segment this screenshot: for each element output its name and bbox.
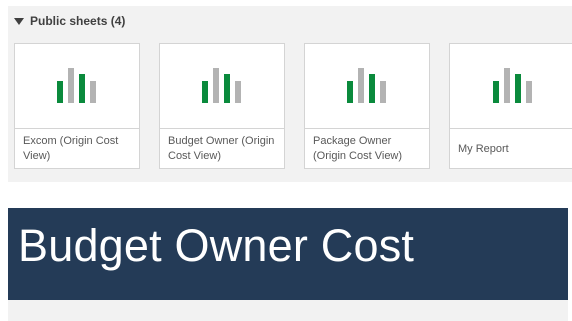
sheet-thumbnail bbox=[450, 44, 572, 129]
sheet-title: Excom (Origin Cost View) bbox=[23, 135, 119, 162]
bar-chart-icon bbox=[202, 68, 241, 103]
bar-chart-icon bbox=[57, 68, 96, 103]
page-title: Budget Owner Cost bbox=[18, 220, 415, 271]
sheet-thumbnail bbox=[160, 44, 284, 129]
sheet-card-package-owner[interactable]: Package Owner (Origin Cost View) bbox=[304, 43, 430, 169]
public-sheets-toggle[interactable]: Public sheets (4) bbox=[14, 12, 125, 30]
sheet-card-my-report[interactable]: My Report bbox=[449, 43, 572, 169]
caret-down-icon bbox=[14, 18, 24, 25]
sheet-title-banner: Budget Owner Cost bbox=[8, 208, 568, 300]
content-area-top bbox=[8, 300, 568, 321]
sheet-title: Package Owner (Origin Cost View) bbox=[313, 135, 403, 162]
sheet-thumbnail bbox=[305, 44, 429, 129]
public-sheets-panel: Public sheets (4) Excom (Origin Cost Vie… bbox=[8, 6, 572, 182]
sheet-card-excom[interactable]: Excom (Origin Cost View) bbox=[14, 43, 140, 169]
sheet-title: My Report bbox=[458, 143, 509, 155]
section-title: Public sheets (4) bbox=[30, 14, 126, 28]
sheet-card-list: Excom (Origin Cost View) Budget Owner (O… bbox=[14, 43, 572, 170]
sheet-title: Budget Owner (Origin Cost View) bbox=[168, 135, 275, 162]
bar-chart-icon bbox=[347, 68, 386, 103]
sheet-thumbnail bbox=[15, 44, 139, 129]
sheet-card-budget-owner[interactable]: Budget Owner (Origin Cost View) bbox=[159, 43, 285, 169]
bar-chart-icon bbox=[493, 68, 532, 103]
